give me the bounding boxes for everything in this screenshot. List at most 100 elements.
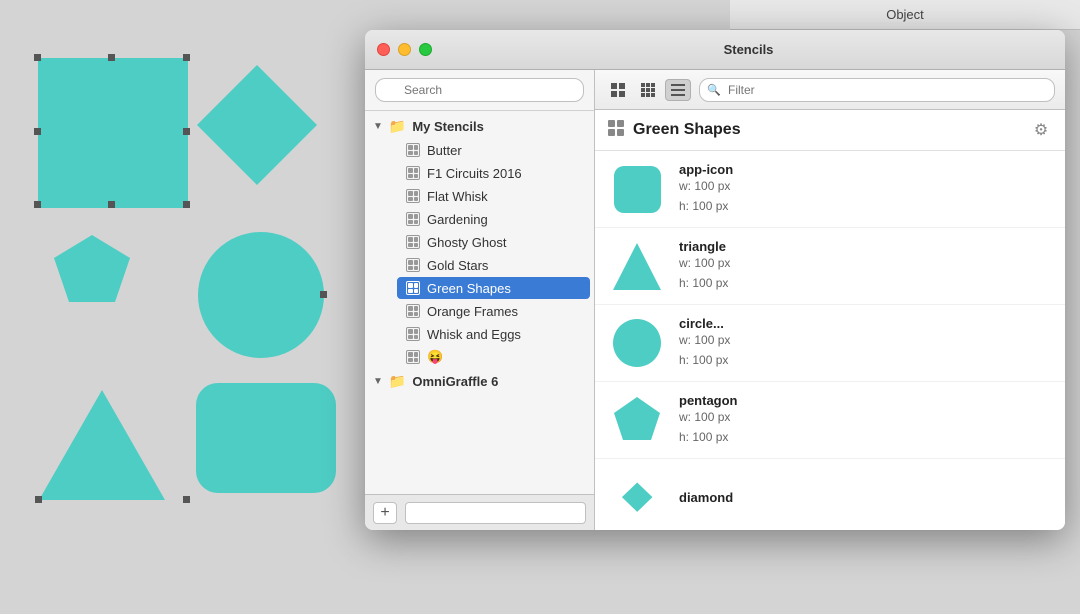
shape-preview-app-icon bbox=[607, 159, 667, 219]
view-list-button[interactable] bbox=[665, 79, 691, 101]
shape-preview-circle bbox=[607, 313, 667, 373]
sidebar-item-label: 😝 bbox=[427, 349, 443, 365]
app-icon-shape bbox=[610, 162, 665, 217]
close-button[interactable] bbox=[377, 43, 390, 56]
sidebar-item-butter[interactable]: Butter bbox=[397, 139, 590, 161]
stencil-grid-icon bbox=[405, 165, 421, 181]
sidebar-item-label: Flat Whisk bbox=[427, 189, 488, 204]
sidebar-item-green-shapes[interactable]: Green Shapes bbox=[397, 277, 590, 299]
tree-items-my-stencils: Butter F1 Circuits 2016 Fl bbox=[365, 139, 594, 368]
sidebar-item-gold-stars[interactable]: Gold Stars bbox=[397, 254, 590, 276]
sidebar-item-label: Butter bbox=[427, 143, 462, 158]
window-title: Stencils bbox=[444, 42, 1053, 57]
shape-item-diamond[interactable]: diamond bbox=[595, 459, 1065, 530]
sidebar-item-flat-whisk[interactable]: Flat Whisk bbox=[397, 185, 590, 207]
shape-dim-w: w: 100 px bbox=[679, 177, 1053, 196]
chevron-down-icon: ▼ bbox=[373, 121, 383, 132]
shape-list[interactable]: app-icon w: 100 px h: 100 px triangle w bbox=[595, 151, 1065, 530]
view-icon-button[interactable] bbox=[605, 79, 631, 101]
tree-group-header-my-stencils[interactable]: ▼ 📁 My Stencils bbox=[365, 115, 594, 138]
shape-info-app-icon: app-icon w: 100 px h: 100 px bbox=[679, 162, 1053, 215]
small-grid-icon bbox=[640, 82, 656, 98]
sidebar-item-ghosty-ghost[interactable]: Ghosty Ghost bbox=[397, 231, 590, 253]
stencil-grid-icon bbox=[405, 303, 421, 319]
object-topbar-title: Object bbox=[886, 7, 924, 22]
shape-item-app-icon[interactable]: app-icon w: 100 px h: 100 px bbox=[595, 151, 1065, 228]
folder-icon: 📁 bbox=[389, 373, 406, 390]
stencil-grid-icon bbox=[405, 234, 421, 250]
gear-button[interactable]: ⚙ bbox=[1029, 118, 1053, 142]
stencils-window: Stencils 🔍 ▼ 📁 My Stencils bbox=[365, 30, 1065, 530]
sidebar-item-gardening[interactable]: Gardening bbox=[397, 208, 590, 230]
chevron-down-icon: ▼ bbox=[373, 376, 383, 387]
sidebar-item-emoji[interactable]: 😝 bbox=[397, 346, 590, 368]
shape-dim-w: w: 100 px bbox=[679, 331, 1053, 350]
stencil-name-field[interactable] bbox=[405, 502, 586, 524]
tree-group-header-omnigraffle[interactable]: ▼ 📁 OmniGraffle 6 bbox=[365, 370, 594, 393]
circle-shape bbox=[610, 316, 665, 371]
shape-preview-pentagon bbox=[607, 390, 667, 450]
titlebar: Stencils bbox=[365, 30, 1065, 70]
shape-info-triangle: triangle w: 100 px h: 100 px bbox=[679, 239, 1053, 292]
shape-info-circle: circle... w: 100 px h: 100 px bbox=[679, 316, 1053, 369]
shape-item-triangle[interactable]: triangle w: 100 px h: 100 px bbox=[595, 228, 1065, 305]
search-bar: 🔍 bbox=[365, 70, 594, 111]
sidebar-item-whisk-and-eggs[interactable]: Whisk and Eggs bbox=[397, 323, 590, 345]
sidebar-item-label: Green Shapes bbox=[427, 281, 511, 296]
shape-item-pentagon[interactable]: pentagon w: 100 px h: 100 px bbox=[595, 382, 1065, 459]
filter-wrapper: 🔍 bbox=[699, 78, 1055, 102]
traffic-lights bbox=[377, 43, 432, 56]
sidebar-item-orange-frames[interactable]: Orange Frames bbox=[397, 300, 590, 322]
shape-info-pentagon: pentagon w: 100 px h: 100 px bbox=[679, 393, 1053, 446]
sidebar-tree: ▼ 📁 My Stencils Butter bbox=[365, 111, 594, 494]
main-panel: 🔍 Green Shapes ⚙ bbox=[595, 70, 1065, 530]
shape-name: pentagon bbox=[679, 393, 1053, 408]
list-icon bbox=[670, 82, 686, 98]
sidebar-footer: + bbox=[365, 494, 594, 530]
maximize-button[interactable] bbox=[419, 43, 432, 56]
shape-dim-w: w: 100 px bbox=[679, 254, 1053, 273]
view-grid-button[interactable] bbox=[635, 79, 661, 101]
panel-header: Green Shapes ⚙ bbox=[595, 110, 1065, 151]
shape-dim-h: h: 100 px bbox=[679, 197, 1053, 216]
shape-dim-h: h: 100 px bbox=[679, 351, 1053, 370]
shape-item-circle[interactable]: circle... w: 100 px h: 100 px bbox=[595, 305, 1065, 382]
panel-header-icon bbox=[607, 119, 625, 142]
tree-group-label: OmniGraffle 6 bbox=[412, 374, 498, 389]
stencil-grid-icon bbox=[405, 211, 421, 227]
window-body: 🔍 ▼ 📁 My Stencils bbox=[365, 70, 1065, 530]
panel-toolbar: 🔍 bbox=[595, 70, 1065, 110]
shape-name: circle... bbox=[679, 316, 1053, 331]
search-input[interactable] bbox=[375, 78, 584, 102]
tree-group-omnigraffle: ▼ 📁 OmniGraffle 6 bbox=[365, 370, 594, 393]
object-topbar: Object bbox=[730, 0, 1080, 30]
minimize-button[interactable] bbox=[398, 43, 411, 56]
shape-dim-h: h: 100 px bbox=[679, 428, 1053, 447]
tree-group-label: My Stencils bbox=[412, 119, 484, 134]
add-button[interactable]: + bbox=[373, 502, 397, 524]
shape-name: diamond bbox=[679, 490, 1053, 505]
filter-input[interactable] bbox=[699, 78, 1055, 102]
plus-icon: + bbox=[380, 505, 389, 521]
stencil-panel-icon bbox=[607, 119, 625, 137]
shape-preview-triangle bbox=[607, 236, 667, 296]
shape-info-diamond: diamond bbox=[679, 490, 1053, 505]
grid-icon bbox=[610, 82, 626, 98]
sidebar-item-f1circuits[interactable]: F1 Circuits 2016 bbox=[397, 162, 590, 184]
stencil-grid-icon bbox=[405, 142, 421, 158]
sidebar-item-label: Ghosty Ghost bbox=[427, 235, 506, 250]
triangle-shape bbox=[610, 239, 665, 294]
tree-group-my-stencils: ▼ 📁 My Stencils Butter bbox=[365, 115, 594, 368]
shape-name: app-icon bbox=[679, 162, 1053, 177]
stencil-grid-icon bbox=[405, 349, 421, 365]
sidebar-item-label: Gold Stars bbox=[427, 258, 488, 273]
sidebar-item-label: Orange Frames bbox=[427, 304, 518, 319]
shape-dim-h: h: 100 px bbox=[679, 274, 1053, 293]
search-wrapper: 🔍 bbox=[375, 78, 584, 102]
stencil-grid-icon bbox=[405, 257, 421, 273]
diamond-shape bbox=[610, 480, 665, 515]
stencil-grid-icon bbox=[405, 326, 421, 342]
shape-name: triangle bbox=[679, 239, 1053, 254]
sidebar-item-label: F1 Circuits 2016 bbox=[427, 166, 522, 181]
pentagon-shape bbox=[610, 393, 665, 448]
